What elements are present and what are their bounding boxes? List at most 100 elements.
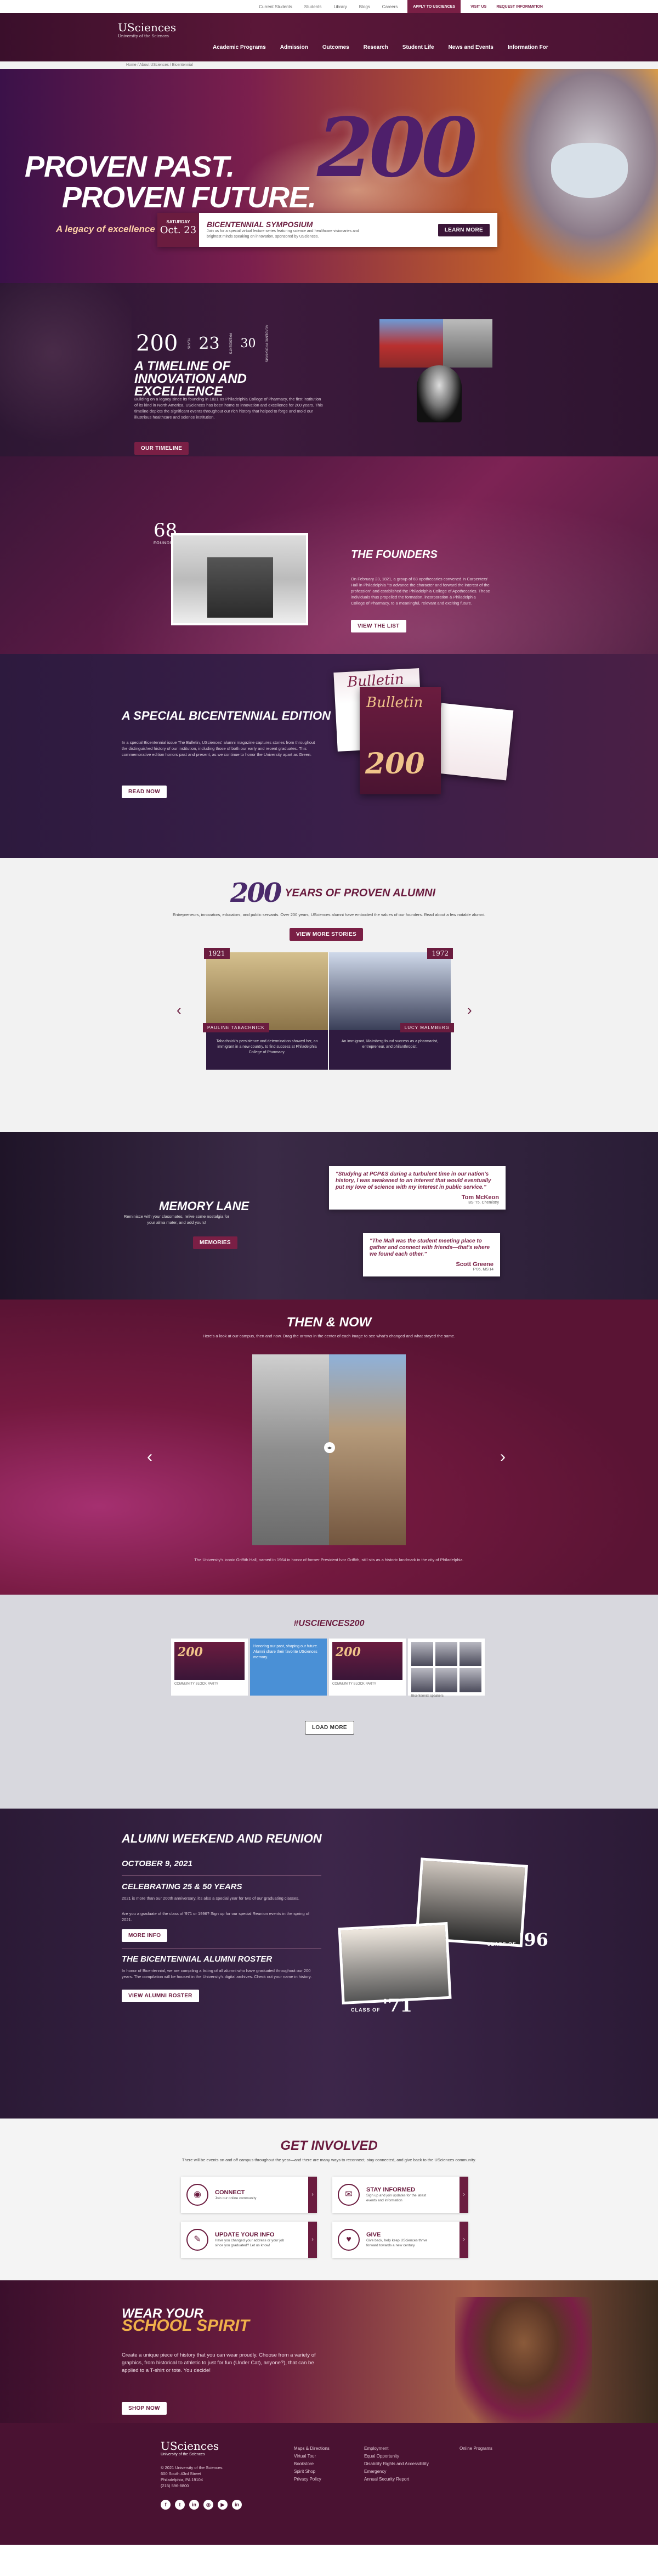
our-timeline-button[interactable]: OUR TIMELINE <box>134 442 189 455</box>
visit-link[interactable]: VISIT US <box>470 5 486 9</box>
reunion-text-2: In honor of Bicentennial, we are compili… <box>122 1968 312 1979</box>
event-text: Join us for a special virtual lecture se… <box>207 229 359 239</box>
utility-link-students[interactable]: Students <box>304 4 322 9</box>
footer-link[interactable]: Annual Security Report <box>364 2476 429 2483</box>
nav-admission[interactable]: Admission <box>280 44 308 50</box>
instagram-icon[interactable]: ◎ <box>203 2500 213 2510</box>
utility-link-library[interactable]: Library <box>333 4 347 9</box>
class-year: '96 <box>518 1929 548 1950</box>
alumni-photo: 1972 LUCY MALMBERG <box>329 948 454 1032</box>
social-tile-speakers[interactable]: Bicentennial speakers <box>408 1639 485 1698</box>
get-involved-section: GET INVOLVED There will be events on and… <box>0 2119 658 2280</box>
alumni-name: LUCY MALMBERG <box>400 1023 454 1032</box>
bulletin-magazine-cover: Bulletin 200 <box>360 687 441 794</box>
utility-link-careers[interactable]: Careers <box>382 4 398 9</box>
facebook-icon[interactable]: f <box>161 2500 171 2510</box>
alumni-next-arrow[interactable]: › <box>467 1002 472 1019</box>
twitter-icon[interactable]: t <box>175 2500 185 2510</box>
linkedin-alt-icon[interactable]: in <box>232 2500 242 2510</box>
bulletin-section: A SPECIAL BICENTENNIAL EDITION In a spec… <box>0 654 658 858</box>
search-icon[interactable]: ⌕ <box>531 2 535 10</box>
view-list-button[interactable]: VIEW THE LIST <box>351 620 406 632</box>
linkedin-icon[interactable]: in <box>189 2500 199 2510</box>
footer-link[interactable]: Disability Rights and Accessibility <box>364 2460 429 2468</box>
then-now-title: THEN & NOW <box>286 1315 372 1330</box>
breadcrumb[interactable]: Home / About USciences / Bicentennial <box>0 61 658 69</box>
get-involved-intro: There will be events on and off campus t… <box>181 2157 477 2162</box>
nav-outcomes[interactable]: Outcomes <box>322 44 349 50</box>
footer-social-icons: f t in ◎ ▶ in <box>161 2500 242 2510</box>
founders-section: 68 FOUNDERS THE FOUNDERS On February 23,… <box>0 456 658 654</box>
request-info-link[interactable]: REQUEST INFORMATION <box>496 5 543 9</box>
youtube-icon[interactable]: ▶ <box>218 2500 228 2510</box>
event-learn-more-button[interactable]: LEARN MORE <box>438 223 490 236</box>
memory-quote-class: P'06, MS'14 <box>473 1268 494 1272</box>
connect-card[interactable]: ◉ CONNECT Join our online community › <box>181 2177 317 2213</box>
utility-link-current-students[interactable]: Current Students <box>259 4 292 9</box>
alumni-card[interactable]: 1972 LUCY MALMBERG An immigrant, Malmber… <box>329 948 454 1070</box>
footer-link[interactable]: Emergency <box>364 2468 429 2476</box>
footer-link[interactable]: Bookstore <box>294 2460 330 2468</box>
social-tile[interactable]: 200 COMMUNITY BLOCK PARTY <box>171 1639 248 1696</box>
poster-200: 200 <box>178 1645 203 1659</box>
stay-informed-card[interactable]: ✉ STAY INFORMED Sign up and join updates … <box>332 2177 468 2213</box>
then-now-prev-arrow[interactable]: ‹ <box>147 1448 152 1466</box>
footer-link[interactable]: Maps & Directions <box>294 2445 330 2453</box>
read-now-button[interactable]: READ NOW <box>122 786 167 798</box>
nav-academic-programs[interactable]: Academic Programs <box>213 44 266 50</box>
social-hashtag[interactable]: #USCIENCES200 <box>0 1619 658 1629</box>
alumni-prev-arrow[interactable]: ‹ <box>177 1002 181 1019</box>
chevron-right-icon: › <box>460 2222 468 2258</box>
footer-link[interactable]: Online Programs <box>460 2445 492 2453</box>
hero-line-2: PROVEN FUTURE. <box>62 181 316 214</box>
bulletin-text: In a special Bicentennial issue The Bull… <box>122 740 315 757</box>
update-info-card[interactable]: ✎ UPDATE YOUR INFO Have you changed your … <box>181 2222 317 2258</box>
site-logo[interactable]: USciences University of the Sciences <box>118 21 176 38</box>
utility-link-blogs[interactable]: Blogs <box>359 4 370 9</box>
view-more-stories-button[interactable]: VIEW MORE STORIES <box>290 928 363 941</box>
footer-link[interactable]: Equal Opportunity <box>364 2453 429 2460</box>
alumni-title-text: YEARS OF PROVEN ALUMNI <box>285 886 436 899</box>
hero-200-graphic: 200 <box>317 100 478 195</box>
footer-phone[interactable]: (215) 596-8800 <box>161 2483 223 2489</box>
hero-section: 200 PROVEN PAST. PROVEN FUTURE. A legacy… <box>0 69 658 283</box>
footer-link[interactable]: Employment <box>364 2445 429 2453</box>
view-alumni-roster-button[interactable]: VIEW ALUMNI ROSTER <box>122 1990 199 2002</box>
memory-quote-author: Scott Greene <box>456 1261 494 1268</box>
divider <box>122 1875 321 1876</box>
memory-quote-author: Tom McKeon <box>461 1194 499 1201</box>
apply-button[interactable]: APPLY TO USCIENCES <box>407 0 461 13</box>
alumni-card[interactable]: 1921 PAULINE TABACHNICK Tabachnick's per… <box>203 948 328 1070</box>
social-tile-twitter[interactable]: Honoring our past, shaping our future. A… <box>250 1639 327 1696</box>
chevron-right-icon: › <box>308 2222 317 2258</box>
memories-button[interactable]: MEMORIES <box>193 1236 237 1249</box>
nav-information-for[interactable]: Information For <box>508 44 548 50</box>
load-more-button[interactable]: LOAD MORE <box>305 1721 354 1735</box>
utility-bar: Current Students Students Library Blogs … <box>0 0 658 13</box>
nav-news-events[interactable]: News and Events <box>449 44 494 50</box>
footer-link[interactable]: Privacy Policy <box>294 2476 330 2483</box>
nav-research[interactable]: Research <box>364 44 388 50</box>
event-card: SATURDAY Oct. 23 BICENTENNIAL SYMPOSIUM … <box>157 213 497 247</box>
then-now-next-arrow[interactable]: › <box>500 1448 506 1466</box>
connect-icon: ◉ <box>186 2184 208 2206</box>
comparison-slider-handle[interactable]: ◂▸ <box>324 1442 335 1453</box>
nav-student-life[interactable]: Student Life <box>402 44 434 50</box>
social-tile[interactable]: 200 COMMUNITY BLOCK PARTY <box>329 1639 406 1696</box>
class-of-71-photo <box>338 1922 452 2005</box>
timeline-title: A TIMELINE OF INNOVATION AND EXCELLENCE <box>134 359 247 399</box>
counter-years-label: YEARS <box>186 338 190 349</box>
memory-lane-section: MEMORY LANE Reminisce with your classmat… <box>0 1132 658 1300</box>
spirit-text: Create a unique piece of history that yo… <box>122 2352 316 2374</box>
give-card[interactable]: ♥ GIVE Give back, help keep USciences thr… <box>332 2222 468 2258</box>
footer-link[interactable]: Virtual Tour <box>294 2453 330 2460</box>
footer-link[interactable]: Spirit Shop <box>294 2468 330 2476</box>
alumni-title: 200 YEARS OF PROVEN ALUMNI <box>230 878 435 908</box>
shop-now-button[interactable]: SHOP NOW <box>122 2402 167 2415</box>
founders-text: On February 23, 1821, a group of 68 apot… <box>351 577 490 606</box>
timeline-text: Building on a legacy since its founding … <box>134 397 323 420</box>
event-date: Oct. 23 <box>160 224 197 236</box>
reunion-subtitle-roster: THE BICENTENNIAL ALUMNI ROSTER <box>122 1954 273 1964</box>
footer-logo[interactable]: USciences University of the Sciences <box>161 2439 219 2456</box>
more-info-button[interactable]: MORE INFO <box>122 1929 168 1942</box>
